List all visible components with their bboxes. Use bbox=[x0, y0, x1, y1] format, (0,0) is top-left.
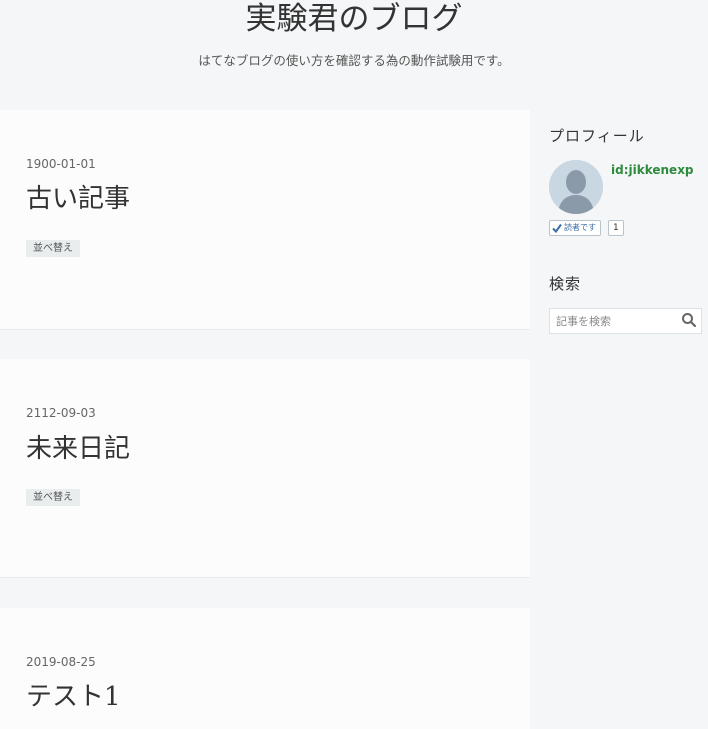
search-input[interactable] bbox=[550, 309, 680, 333]
entry-date[interactable]: 2112-09-03 bbox=[26, 405, 96, 421]
search-form bbox=[549, 308, 702, 334]
category-tag[interactable]: 並べ替え bbox=[26, 489, 80, 506]
blog-title[interactable]: 実験君のブログ bbox=[0, 0, 708, 38]
entry-date[interactable]: 2019-08-25 bbox=[26, 654, 96, 670]
search-heading: 検索 bbox=[549, 275, 582, 293]
default-user-avatar-icon bbox=[549, 160, 603, 214]
reader-count[interactable]: 1 bbox=[608, 220, 624, 236]
entry-card: 2019-08-25 テスト1 bbox=[0, 608, 530, 729]
entry-title[interactable]: 未来日記 bbox=[26, 432, 130, 466]
blog-description: はてなブログの使い方を確認する為の動作試験用です。 bbox=[198, 53, 510, 68]
category-tag[interactable]: 並べ替え bbox=[26, 240, 80, 257]
reader-button-label: 読者です bbox=[564, 223, 596, 232]
entry-card: 2112-09-03 未来日記 並べ替え bbox=[0, 359, 530, 578]
blog-header: 実験君のブログ はてなブログの使い方を確認する為の動作試験用です。 bbox=[0, 0, 708, 110]
sidebar: プロフィール id:jikkenexp 読者です 1 検索 bbox=[531, 110, 708, 729]
reader-button[interactable]: 読者です bbox=[549, 220, 601, 236]
entry-title[interactable]: 古い記事 bbox=[26, 182, 130, 216]
entry-title[interactable]: テスト1 bbox=[26, 680, 121, 714]
avatar[interactable] bbox=[549, 160, 603, 214]
profile-heading: プロフィール bbox=[549, 127, 645, 145]
check-icon bbox=[552, 223, 562, 233]
search-icon bbox=[682, 312, 697, 327]
entry-date[interactable]: 1900-01-01 bbox=[26, 156, 96, 172]
profile-user-id[interactable]: id:jikkenexp bbox=[611, 162, 694, 178]
search-button[interactable] bbox=[679, 311, 699, 331]
entry-card: 1900-01-01 古い記事 並べ替え bbox=[0, 110, 530, 330]
